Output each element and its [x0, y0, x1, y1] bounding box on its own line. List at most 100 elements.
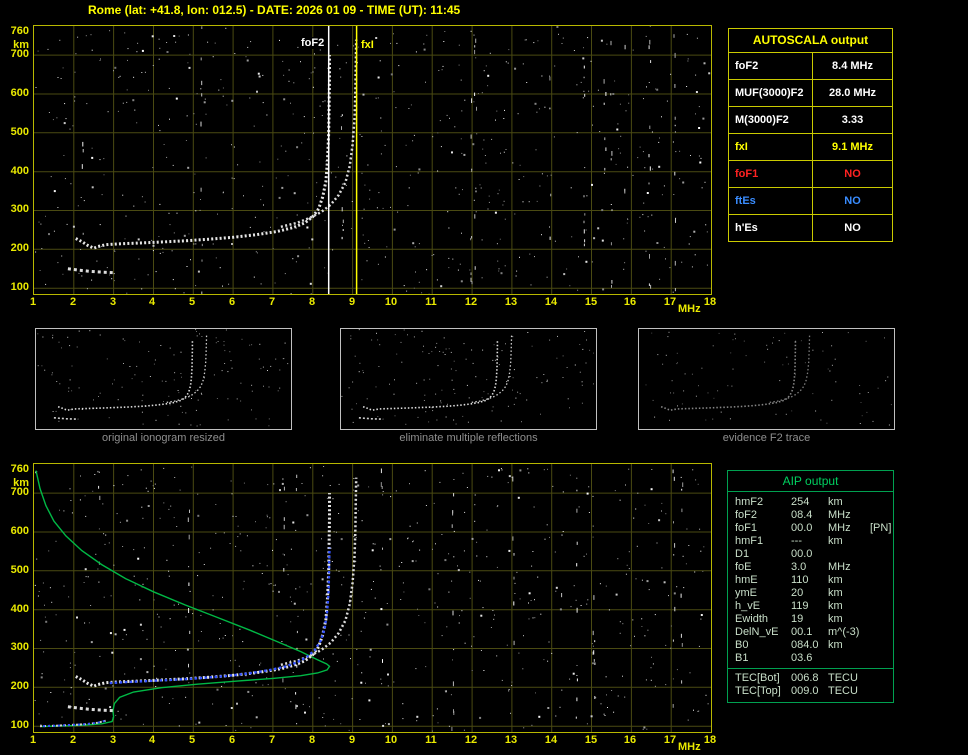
panel-evidence-f2-trace — [638, 328, 895, 430]
y-tick-label: 760 — [10, 463, 29, 475]
row-label: TEC[Bot] — [735, 672, 780, 684]
x-tick-label: 1 — [29, 734, 37, 746]
y-axis-unit: km — [13, 477, 29, 489]
table-row: foF1 00.0 MHz [PN] — [728, 522, 893, 535]
x-tick-label: 15 — [584, 296, 598, 308]
table-row: h_vE 119 km — [728, 600, 893, 613]
row-label: h_vE — [735, 600, 761, 612]
page-title: Rome (lat: +41.8, lon: 012.5) - DATE: 20… — [88, 3, 461, 17]
row-unit: km — [828, 613, 843, 625]
row-label: foF2 — [735, 509, 758, 521]
y-tick-label: 400 — [10, 603, 29, 615]
row-unit: m^(-3) — [828, 626, 860, 638]
x-tick-label: 17 — [663, 734, 677, 746]
mini-ionogram-f2-evidence — [639, 329, 892, 427]
row-value: --- — [791, 535, 802, 547]
row-value: 3.33 — [841, 114, 864, 126]
row-extra — [870, 574, 893, 587]
row-label: hmF1 — [735, 535, 764, 547]
row-label: h'Es — [729, 215, 813, 241]
row-unit: MHz — [828, 509, 851, 521]
table-row: hmE 110 km — [728, 574, 893, 587]
x-tick-label: 7 — [268, 296, 276, 308]
x-tick-label: 14 — [544, 734, 558, 746]
x-tick-label: 3 — [109, 296, 117, 308]
top-ionogram-canvas — [34, 26, 711, 294]
row-value: 20 — [791, 587, 804, 599]
row-value: 119 — [791, 600, 809, 612]
row-value: 110 — [791, 574, 809, 586]
row-extra — [870, 600, 893, 613]
panel-caption: eliminate multiple reflections — [399, 432, 538, 444]
row-value: 00.1 — [791, 626, 813, 638]
row-value: 00.0 — [791, 548, 813, 560]
row-unit: TECU — [828, 685, 858, 697]
x-tick-label: 10 — [384, 734, 398, 746]
row-extra — [870, 613, 893, 626]
row-extra — [870, 535, 893, 548]
panel-original-ionogram — [35, 328, 292, 430]
x-tick-label: 12 — [464, 734, 478, 746]
row-value: 009.0 — [791, 685, 819, 697]
fxI-marker-label: fxI — [359, 39, 376, 51]
x-tick-label: 12 — [464, 296, 478, 308]
x-tick-label: 16 — [623, 296, 637, 308]
row-value: 084.0 — [791, 639, 819, 651]
x-tick-label: 4 — [148, 296, 156, 308]
x-tick-label: 11 — [425, 734, 437, 746]
tec-section: TEC[Bot] 006.8 TECU TEC[Top] 009.0 TECU — [728, 668, 893, 698]
table-row: ymE 20 km — [728, 587, 893, 600]
row-extra — [870, 587, 893, 600]
row-label: foF2 — [729, 53, 813, 79]
table-row: D1 00.0 — [728, 548, 893, 561]
panel-caption: original ionogram resized — [102, 432, 225, 444]
table-row: M(3000)F2 3.33 — [729, 107, 892, 134]
y-axis-unit: km — [13, 39, 29, 51]
x-tick-label: 1 — [29, 296, 37, 308]
row-unit: km — [828, 600, 843, 612]
row-label: D1 — [735, 548, 750, 560]
table-row: DelN_vE 00.1 m^(-3) — [728, 626, 893, 639]
row-value: 9.1 MHz — [832, 141, 873, 153]
table-row: hmF1 --- km — [728, 535, 893, 548]
y-tick-label: 760 — [10, 25, 29, 37]
aip-table: AIP output hmF2 254 km foF2 08.4 MHz foF… — [727, 470, 894, 703]
row-unit: km — [828, 587, 843, 599]
y-tick-label: 100 — [10, 281, 29, 293]
x-tick-label: 5 — [188, 296, 196, 308]
table-row: B0 084.0 km — [728, 639, 893, 652]
table-row: TEC[Bot] 006.8 TECU — [728, 672, 893, 685]
row-unit: TECU — [828, 672, 858, 684]
x-tick-label: 10 — [384, 296, 398, 308]
x-tick-label: 14 — [544, 296, 558, 308]
mini-ionogram-original — [36, 329, 289, 427]
y-tick-label: 100 — [10, 719, 29, 731]
y-tick-label: 500 — [10, 126, 29, 138]
row-value: 8.4 MHz — [832, 60, 873, 72]
table-row: foE 3.0 MHz — [728, 561, 893, 574]
y-tick-label: 200 — [10, 242, 29, 254]
row-value: 08.4 — [791, 509, 813, 521]
x-tick-label: 7 — [268, 734, 276, 746]
bottom-ionogram-panel — [33, 463, 712, 733]
y-tick-label: 600 — [10, 525, 29, 537]
row-unit: MHz — [828, 561, 851, 573]
x-tick-label: 6 — [228, 296, 236, 308]
x-tick-label: 4 — [148, 734, 156, 746]
row-unit: MHz — [828, 522, 851, 534]
row-value: 19 — [791, 613, 804, 625]
row-value: 00.0 — [791, 522, 813, 534]
row-unit — [828, 652, 870, 665]
x-tick-label: 8 — [308, 296, 316, 308]
x-tick-label: 2 — [69, 296, 77, 308]
row-unit: km — [828, 535, 843, 547]
row-label: B1 — [735, 652, 749, 664]
mini-ionogram-cleaned — [341, 329, 595, 427]
y-tick-label: 200 — [10, 680, 29, 692]
bottom-ionogram-canvas — [34, 464, 711, 732]
row-extra — [870, 685, 893, 698]
row-label: M(3000)F2 — [729, 107, 813, 133]
row-extra — [870, 639, 893, 652]
row-label: foF1 — [735, 522, 758, 534]
panel-eliminate-reflections — [340, 328, 597, 430]
